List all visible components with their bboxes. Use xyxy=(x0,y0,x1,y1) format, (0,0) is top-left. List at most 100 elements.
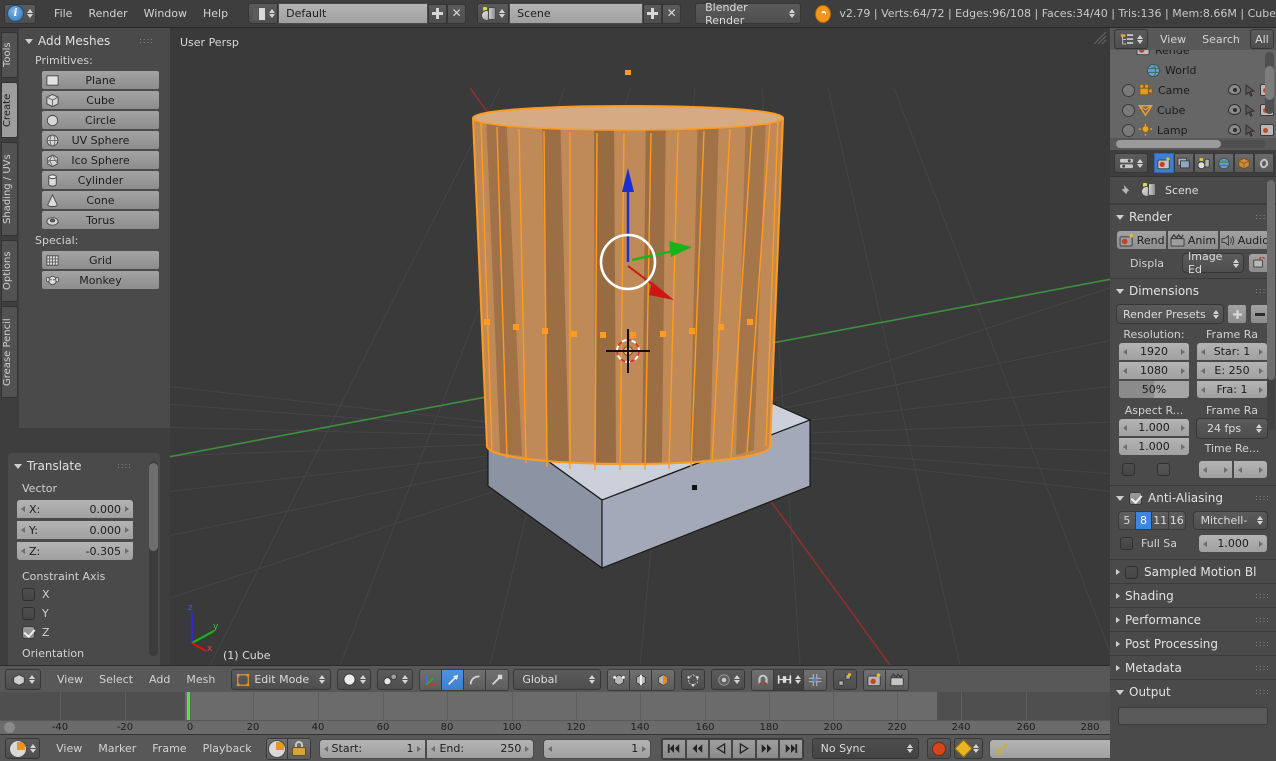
current-frame-field[interactable]: 1 xyxy=(543,738,652,759)
add-mesh-circle-button[interactable]: Circle xyxy=(41,110,160,130)
menu-marker[interactable]: Marker xyxy=(90,742,144,755)
section-header-dimensions[interactable]: Dimensions :::: xyxy=(1110,278,1276,302)
play-button[interactable] xyxy=(732,738,756,759)
visibility-eye-icon[interactable] xyxy=(1228,104,1241,115)
tab-grease-pencil[interactable]: Grease Pencil xyxy=(1,306,18,398)
aa-filter-size-field[interactable]: 1.000 xyxy=(1198,534,1268,553)
prev-keyframe-button[interactable] xyxy=(685,738,709,759)
tab-options[interactable]: Options xyxy=(1,240,18,302)
render-image-button[interactable]: Rend xyxy=(1116,230,1168,250)
timeline-ruler[interactable]: -40 -20 0 20 40 60 80 100 120 140 160 18… xyxy=(0,692,1150,735)
edge-select-mode-button[interactable] xyxy=(630,669,653,690)
frame-step-field[interactable]: Fra: 1 xyxy=(1196,380,1268,399)
aa-sample-5[interactable]: 5 xyxy=(1119,512,1136,529)
scrollbar-thumb[interactable] xyxy=(1116,140,1221,148)
auto-keying-button[interactable] xyxy=(266,738,289,759)
scene-browse-button[interactable] xyxy=(477,3,510,24)
expand-toggle-icon[interactable] xyxy=(1122,123,1135,137)
tab-scene[interactable] xyxy=(1194,153,1214,173)
snap-toggle-button[interactable] xyxy=(752,669,775,690)
aspect-x-field[interactable]: 1.000 xyxy=(1118,418,1190,437)
tab-tools[interactable]: Tools xyxy=(1,32,18,78)
frame-rate-dropdown[interactable]: 24 fps xyxy=(1196,418,1268,439)
outliner-row-camera[interactable]: Came xyxy=(1110,80,1276,100)
tab-world[interactable] xyxy=(1214,153,1234,173)
frame-start-field[interactable]: Star: 1 xyxy=(1196,342,1268,361)
resolution-x-field[interactable]: 1920 xyxy=(1118,342,1190,361)
interaction-mode-dropdown[interactable]: Edit Mode xyxy=(231,669,332,690)
editor-type-selector-info[interactable]: i xyxy=(4,3,37,24)
transform-orientation-dropdown[interactable]: Global xyxy=(513,669,602,690)
next-keyframe-button[interactable] xyxy=(755,738,780,759)
scrollbar-thumb[interactable] xyxy=(1265,66,1274,100)
add-screen-layout-button[interactable] xyxy=(428,3,448,24)
renderability-camera-icon[interactable] xyxy=(1260,124,1274,136)
time-remap-new-field[interactable] xyxy=(1233,460,1268,479)
translate-y-field[interactable]: Y: 0.000 xyxy=(16,520,134,540)
expand-toggle-icon[interactable] xyxy=(1122,103,1135,117)
checkbox-x[interactable] xyxy=(22,588,35,601)
section-header-anti-aliasing[interactable]: Anti-Aliasing :::: xyxy=(1110,485,1276,509)
render-presets-dropdown[interactable]: Render Presets xyxy=(1116,304,1224,324)
pivot-center-button[interactable] xyxy=(833,669,858,690)
expand-toggle-icon[interactable] xyxy=(1122,83,1135,97)
outliner-row-lamp[interactable]: Lamp xyxy=(1110,120,1276,138)
constraint-axis-z-row[interactable]: Z xyxy=(8,623,160,642)
add-mesh-cube-button[interactable]: Cube xyxy=(41,90,160,110)
menu-add[interactable]: Add xyxy=(141,673,178,686)
menu-file[interactable]: File xyxy=(46,7,80,20)
outliner-horizontal-scrollbar[interactable] xyxy=(1116,140,1266,148)
render-engine-dropdown[interactable]: Blender Render xyxy=(695,1,802,27)
time-remap-old-field[interactable] xyxy=(1198,460,1233,479)
add-mesh-cone-button[interactable]: Cone xyxy=(41,190,160,210)
lock-time-button[interactable] xyxy=(288,738,310,759)
menu-mesh[interactable]: Mesh xyxy=(178,673,223,686)
3d-viewport[interactable]: User Persp (1) Cube z y x xyxy=(170,28,1110,668)
viewport-shading-dropdown[interactable] xyxy=(337,669,372,690)
add-mesh-plane-button[interactable]: Plane xyxy=(41,70,160,90)
translate-z-field[interactable]: Z: -0.305 xyxy=(16,541,134,561)
face-select-mode-button[interactable] xyxy=(652,669,675,690)
panel-header-translate[interactable]: Translate :::: xyxy=(8,453,160,475)
render-animation-button[interactable] xyxy=(886,669,909,690)
screen-layout-browse-button[interactable] xyxy=(248,3,279,24)
menu-view[interactable]: View xyxy=(49,673,91,686)
visibility-eye-icon[interactable] xyxy=(1228,124,1241,135)
snap-target-dropdown[interactable] xyxy=(774,669,805,690)
add-mesh-monkey-button[interactable]: Monkey xyxy=(41,270,160,290)
checkbox-z[interactable] xyxy=(22,626,35,639)
scene-name-field[interactable]: Scene xyxy=(509,3,644,24)
vertex-select-mode-button[interactable] xyxy=(608,669,631,690)
render-animation-button[interactable]: Anim xyxy=(1167,230,1219,250)
outliner-filter-dropdown[interactable]: All xyxy=(1249,29,1274,49)
delete-screen-layout-button[interactable]: ✕ xyxy=(447,3,467,24)
output-path-field[interactable] xyxy=(1118,707,1268,725)
outliner-row-world[interactable]: World xyxy=(1110,60,1276,80)
checkbox-y[interactable] xyxy=(22,607,35,620)
menu-view[interactable]: View xyxy=(48,742,90,755)
full-sample-checkbox[interactable] xyxy=(1120,537,1133,550)
aspect-y-field[interactable]: 1.000 xyxy=(1118,437,1190,456)
properties-scrollbar[interactable] xyxy=(1267,180,1275,430)
visibility-eye-icon[interactable] xyxy=(1228,84,1241,95)
rotate-manipulator-button[interactable] xyxy=(464,669,487,690)
aa-sample-8[interactable]: 8 xyxy=(1135,512,1153,529)
menu-window[interactable]: Window xyxy=(136,7,195,20)
keyframe-type-dropdown[interactable] xyxy=(953,738,983,759)
editor-type-selector-timeline[interactable] xyxy=(5,738,41,759)
scale-manipulator-button[interactable] xyxy=(486,669,509,690)
translate-x-field[interactable]: X: 0.000 xyxy=(16,499,134,519)
aa-filter-dropdown[interactable]: Mitchell- xyxy=(1192,511,1268,530)
play-reverse-button[interactable] xyxy=(709,738,733,759)
pivot-point-dropdown[interactable] xyxy=(377,669,414,690)
delete-scene-button[interactable]: ✕ xyxy=(662,3,682,24)
translate-manipulator-button[interactable] xyxy=(442,669,465,690)
outliner-row-render-layers[interactable]: Rende xyxy=(1110,50,1276,60)
record-button[interactable] xyxy=(927,738,951,759)
section-header-output[interactable]: Output :::: xyxy=(1110,679,1276,703)
panel-header-add-meshes[interactable]: Add Meshes :::: xyxy=(19,28,170,50)
constraint-axis-y-row[interactable]: Y xyxy=(8,604,160,623)
editor-type-selector-outliner[interactable] xyxy=(1114,29,1148,49)
timeline-editor[interactable]: -40 -20 0 20 40 60 80 100 120 140 160 18… xyxy=(0,692,1150,761)
playhead[interactable] xyxy=(187,692,190,720)
